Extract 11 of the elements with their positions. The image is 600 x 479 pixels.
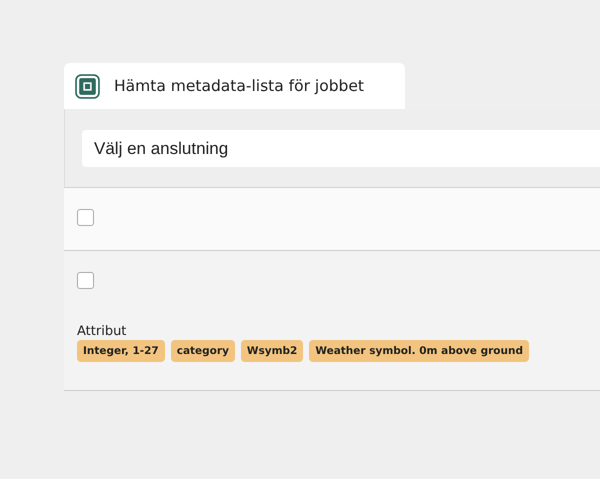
checkbox[interactable] [77, 209, 94, 226]
tab-title: Hämta metadata-lista för jobbet [114, 77, 364, 95]
attribute-tag: Wsymb2 [240, 340, 304, 362]
checkbox[interactable] [77, 272, 94, 289]
attribute-tag: Integer, 1-27 [77, 340, 165, 362]
attribute-tag: Weather symbol. 0m above ground [309, 340, 529, 362]
attribute-tag: category [170, 340, 235, 362]
connection-field[interactable]: Välj en anslutning [82, 130, 600, 167]
tab[interactable]: Hämta metadata-lista för jobbet [64, 63, 405, 109]
attribute-label: Attribut [77, 324, 126, 339]
job-icon [75, 74, 100, 98]
